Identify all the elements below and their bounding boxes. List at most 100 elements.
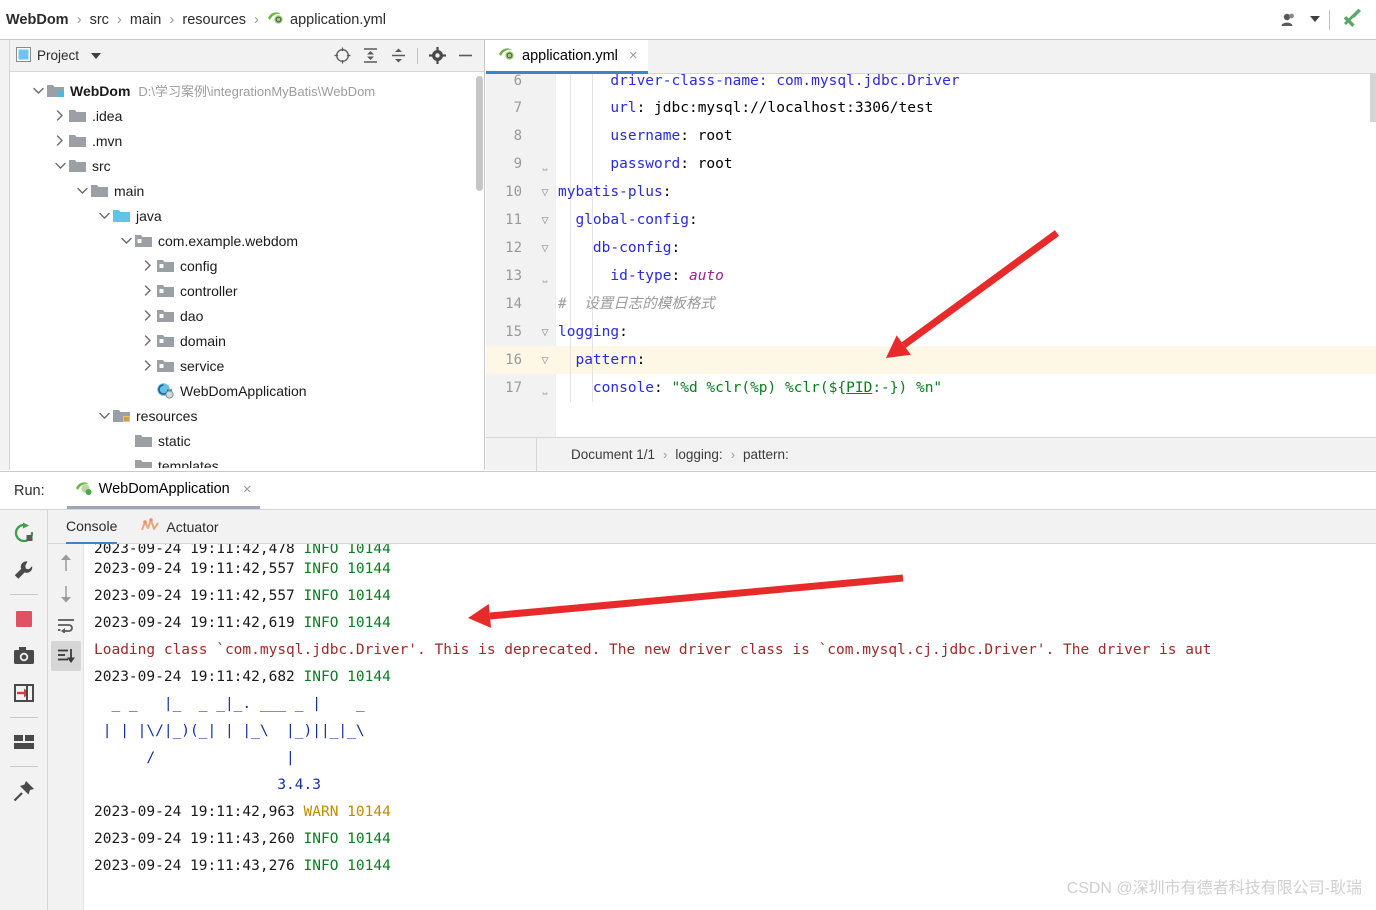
chevron-right-icon[interactable] — [140, 258, 156, 274]
project-scrollbar[interactable] — [476, 76, 483, 191]
collapse-all-icon[interactable] — [385, 43, 411, 69]
code-line-7[interactable]: 7 url: jdbc:mysql://localhost:3306/test — [486, 94, 1376, 122]
code-line-8[interactable]: 8 username: root — [486, 122, 1376, 150]
tab-application-yml[interactable]: application.yml × — [486, 40, 648, 74]
tree-node-java[interactable]: java — [10, 203, 484, 228]
breadcrumb-item-webdom[interactable]: WebDom — [4, 12, 76, 28]
pin-icon[interactable] — [7, 774, 41, 808]
breadcrumb-item-resources[interactable]: resources — [175, 12, 253, 28]
code-line-6[interactable]: 6 driver-class-name: com.mysql.jdbc.Driv… — [486, 74, 1376, 94]
run-subtab-label: Actuator — [166, 518, 219, 535]
chevron-down-icon[interactable] — [96, 208, 112, 224]
chevron-down-icon[interactable] — [96, 408, 112, 424]
chevron-down-icon[interactable] — [1307, 4, 1323, 36]
code-line-15[interactable]: 15 ▽ logging: — [486, 318, 1376, 346]
tree-node-service[interactable]: service — [10, 353, 484, 378]
code-line-17[interactable]: 17 ⎵ console: "%d %clr(%p) %clr(${PID:-})… — [486, 374, 1376, 402]
stop-icon[interactable] — [7, 602, 41, 636]
user-account-icon[interactable] — [1273, 4, 1307, 36]
gear-settings-icon[interactable] — [424, 43, 450, 69]
status-breadcrumb-item[interactable]: Document 1/1 — [571, 447, 655, 462]
chevron-down-icon[interactable] — [30, 83, 46, 99]
locate-target-icon[interactable] — [329, 43, 355, 69]
tree-node-resources[interactable]: resources — [10, 403, 484, 428]
tree-node-domain[interactable]: domain — [10, 328, 484, 353]
status-breadcrumb-item[interactable]: pattern: — [743, 447, 789, 462]
status-breadcrumb-item[interactable]: logging: — [675, 447, 722, 462]
fold-marker[interactable]: ▽ — [538, 318, 552, 346]
code-line-10[interactable]: 10 ▽ mybatis-plus: — [486, 178, 1376, 206]
fold-marker[interactable]: ▽ — [538, 234, 552, 262]
scroll-up-icon[interactable] — [51, 548, 81, 578]
close-icon[interactable]: × — [243, 481, 252, 498]
breadcrumb-item-src[interactable]: src — [83, 12, 116, 28]
tree-node--mvn[interactable]: .mvn — [10, 128, 484, 153]
rerun-icon[interactable] — [7, 516, 41, 550]
run-subtab-console[interactable]: Console — [66, 510, 118, 544]
soft-wrap-icon[interactable] — [51, 610, 81, 640]
console-output[interactable]: 2023-09-24 19:11:42,478 INFO 10144 2023-0… — [84, 544, 1376, 910]
fold-marker[interactable]: ⎵ — [538, 262, 552, 290]
toolbar-divider — [9, 717, 38, 718]
fold-marker[interactable]: ⎵ — [538, 374, 552, 402]
code-editor[interactable]: 6 driver-class-name: com.mysql.jdbc.Driv… — [486, 74, 1376, 437]
tree-node-templates[interactable]: templates — [10, 453, 484, 468]
run-tab-webdomapplication[interactable]: WebDomApplication × — [66, 472, 260, 509]
code-line-12[interactable]: 12 ▽ db-config: — [486, 234, 1376, 262]
code-line-9[interactable]: 9 ⎵ password: root — [486, 150, 1376, 178]
tree-node-com-example-webdom[interactable]: com.example.webdom — [10, 228, 484, 253]
chevron-right-icon[interactable] — [52, 133, 68, 149]
code-line-13[interactable]: 13 ⎵ id-type: auto — [486, 262, 1376, 290]
breadcrumb-divider — [536, 438, 537, 471]
status-breadcrumb-items: Document 1/1 › logging: › pattern: — [571, 447, 789, 462]
scroll-to-end-icon[interactable] — [50, 641, 81, 671]
hammer-build-icon[interactable] — [1336, 4, 1370, 36]
run-subtab-actuator[interactable]: Actuator — [141, 510, 219, 544]
minimize-icon[interactable] — [452, 43, 478, 69]
chevron-right-icon[interactable] — [140, 333, 156, 349]
camera-snapshot-icon[interactable] — [7, 639, 41, 673]
tree-node-config[interactable]: config — [10, 253, 484, 278]
code-token: global-config — [575, 212, 689, 228]
layout-icon[interactable] — [7, 725, 41, 759]
tree-node-main[interactable]: main — [10, 178, 484, 203]
tree-node-webdom[interactable]: WebDom D:\学习案例\integrationMyBatis\WebDom — [10, 78, 484, 103]
thread-dump-icon[interactable] — [7, 676, 41, 710]
console-token: INFO 10144 — [303, 669, 391, 685]
tree-node--idea[interactable]: .idea — [10, 103, 484, 128]
chevron-right-icon[interactable] — [140, 283, 156, 299]
tree-node-static[interactable]: static — [10, 428, 484, 453]
editor-scrollbar[interactable] — [1370, 74, 1376, 122]
breadcrumb-item-main[interactable]: main — [123, 12, 168, 28]
tree-node-controller[interactable]: controller — [10, 278, 484, 303]
tree-node-label: dao — [180, 307, 204, 324]
wrench-settings-icon[interactable] — [7, 553, 41, 587]
chevron-right-icon[interactable] — [52, 108, 68, 124]
fold-marker[interactable]: ▽ — [538, 178, 552, 206]
chevron-right-icon[interactable] — [140, 308, 156, 324]
breadcrumb-item-application-yml[interactable]: application.yml — [260, 9, 393, 30]
code-line-text: db-config: — [558, 234, 680, 262]
code-line-14[interactable]: 14 # 设置日志的模板格式 — [486, 290, 1376, 318]
code-line-16[interactable]: 16 ▽ pattern: — [486, 346, 1376, 374]
editor-area: application.yml × 6 driver-class-name: c… — [486, 40, 1376, 471]
tree-node-src[interactable]: src — [10, 153, 484, 178]
close-icon[interactable]: × — [625, 47, 638, 64]
tree-node-dao[interactable]: dao — [10, 303, 484, 328]
fold-marker[interactable]: ▽ — [538, 206, 552, 234]
tree-node-webdomapplication[interactable]: WebDomApplication — [10, 378, 484, 403]
spring-class-icon — [156, 382, 174, 400]
tree-node-label: config — [180, 257, 218, 274]
code-line-11[interactable]: 11 ▽ global-config: — [486, 206, 1376, 234]
chevron-down-icon[interactable] — [118, 233, 134, 249]
code-token: driver-class-name: com.mysql.jdbc.Driver — [558, 74, 960, 89]
folder-icon — [134, 432, 152, 450]
chevron-down-icon[interactable] — [91, 48, 102, 63]
expand-all-icon[interactable] — [357, 43, 383, 69]
fold-marker[interactable]: ⎵ — [538, 150, 552, 178]
chevron-down-icon[interactable] — [74, 183, 90, 199]
chevron-right-icon[interactable] — [140, 358, 156, 374]
scroll-down-icon[interactable] — [51, 579, 81, 609]
chevron-down-icon[interactable] — [52, 158, 68, 174]
fold-marker[interactable]: ▽ — [538, 346, 552, 374]
